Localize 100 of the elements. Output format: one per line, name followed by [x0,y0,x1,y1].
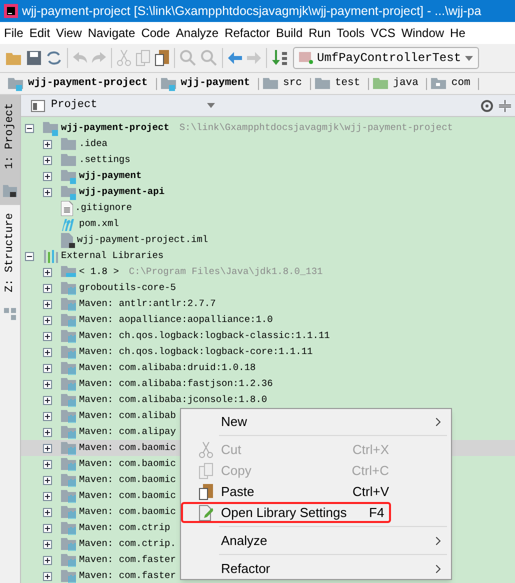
tree-item-label[interactable]: Maven: com.alibaba:druid:1.0.18 [79,360,256,376]
menu-item[interactable]: VCS [370,24,396,42]
tree-item-label[interactable]: Maven: com.alibab [79,408,176,424]
menu-item[interactable]: Build [276,24,303,42]
breadcrumb-item[interactable]: wjj-payment [160,76,250,92]
expand-toggle[interactable] [43,460,52,468]
expand-toggle[interactable] [43,348,52,356]
library-icon [61,505,77,519]
expand-toggle[interactable] [43,476,52,484]
tree-item-label[interactable]: pom.xml [79,216,119,232]
collapse-toggle[interactable] [25,124,34,132]
expand-toggle[interactable] [43,556,52,564]
expand-toggle[interactable] [43,428,52,436]
expand-toggle[interactable] [43,572,52,580]
collapse-all-icon[interactable] [499,100,511,112]
tree-item-label[interactable]: wjj-payment-project.iml [77,232,208,248]
breadcrumb-item[interactable]: test [314,76,360,92]
breadcrumb-item[interactable]: wjj-payment-project [8,76,148,92]
library-icon [61,345,77,359]
tree-item-label[interactable]: groboutils-core-5 [79,280,176,296]
tree-item-label[interactable]: Maven: com.ctrip. [79,536,176,552]
window-title: wjj-payment-project [S:\link\Gxampphtdocsjavagmjk\wjj-payment-project] - ...\wjj-pa [22,2,482,20]
tree-item-label[interactable]: Maven: com.alipay [79,424,176,440]
menu-item[interactable]: Refactor [181,558,449,579]
expand-toggle[interactable] [43,524,52,532]
project-view-icon [31,100,45,112]
library-icon [61,313,77,327]
menu-item[interactable]: View [56,24,82,42]
breadcrumb-item[interactable]: java [373,76,418,92]
expand-toggle[interactable] [43,508,52,516]
breadcrumb-item[interactable]: src [263,76,302,92]
menu-item[interactable]: Refactor [224,24,270,42]
menu-item[interactable]: Code [141,24,170,42]
tree-item-label[interactable]: Maven: antlr:antlr:2.7.7 [79,296,216,312]
menu-item[interactable]: Analyze [176,24,219,42]
expand-toggle[interactable] [43,172,52,180]
expand-toggle[interactable] [43,444,52,452]
expand-toggle[interactable] [43,540,52,548]
tree-item-label[interactable]: Maven: com.ctrip [79,520,170,536]
back-arrow-icon[interactable] [228,52,242,64]
dropdown-caret-icon[interactable] [207,103,215,108]
expand-toggle[interactable] [43,156,52,164]
tree-item-label[interactable]: < 1.8 > [79,264,119,280]
module-folder-icon [61,184,77,200]
expand-toggle[interactable] [43,316,52,324]
menu-item[interactable]: Paste Ctrl+V [181,481,391,502]
expand-toggle[interactable] [43,492,52,500]
tree-item-label[interactable]: wjj-payment [79,168,142,184]
expand-toggle[interactable] [43,300,52,308]
tree-item-label[interactable]: wjj-payment-project [61,120,170,136]
menu-item[interactable]: Window [401,24,444,42]
paste-icon[interactable] [155,50,169,66]
copy-icon [199,462,213,478]
expand-toggle[interactable] [43,396,52,404]
tree-item-label[interactable]: Maven: com.alibaba:jconsole:1.8.0 [79,392,268,408]
expand-toggle[interactable] [43,284,52,292]
expand-toggle[interactable] [43,380,52,388]
tree-item-label[interactable]: wjj-payment-api [79,184,165,200]
sync-icon[interactable] [46,51,62,65]
expand-toggle[interactable] [43,188,52,196]
expand-toggle[interactable] [43,140,52,148]
menu-item[interactable]: Analyze [181,530,449,551]
module-folder-icon [160,76,177,90]
tree-item-label[interactable]: Maven: com.faster [79,552,176,568]
menu-item[interactable]: Edit [29,24,50,42]
collapse-toggle[interactable] [25,252,34,260]
tree-item-label[interactable]: .gitignore [75,200,132,216]
tool-window-tab[interactable]: Z: Structure [2,213,18,292]
tree-item-label[interactable]: .idea [79,136,108,152]
tree-item-label[interactable]: Maven: ch.qos.logback:logback-core:1.1.11 [79,344,313,360]
tree-item-label[interactable]: Maven: com.baomic [79,488,176,504]
run-configuration-dropdown[interactable]: UmfPayControllerTest [293,47,480,69]
expand-toggle[interactable] [43,268,52,276]
tree-item-label[interactable]: Maven: com.baomic [79,472,176,488]
breadcrumb-item[interactable]: com [431,76,470,92]
menu-item[interactable]: File [4,24,24,42]
save-icon[interactable] [27,51,41,65]
maven-icon [61,217,77,231]
expand-toggle[interactable] [43,412,52,420]
build-icon[interactable] [272,50,288,66]
tree-item-label[interactable]: .settings [79,152,130,168]
target-icon[interactable] [481,100,493,112]
menu-item[interactable]: He [450,24,466,42]
menu-item[interactable]: New [181,411,449,432]
tree-item-label[interactable]: Maven: aopalliance:aopalliance:1.0 [79,312,273,328]
tree-item-label[interactable]: Maven: com.alibaba:fastjson:1.2.36 [79,376,273,392]
menu-item[interactable]: Open Library Settings F4 [181,502,391,523]
tree-item-label[interactable]: Maven: ch.qos.logback:logback-classic:1.1.11 [79,328,330,344]
tree-item-label[interactable]: External Libraries [61,248,164,264]
tree-item-label[interactable]: Maven: com.baomic [79,440,176,456]
menu-item[interactable]: Run [308,24,331,42]
expand-toggle[interactable] [43,332,52,340]
folder-icon [263,76,280,90]
tree-item-label[interactable]: Maven: com.faster [79,568,176,583]
tree-item-label[interactable]: Maven: com.baomic [79,504,176,520]
expand-toggle[interactable] [43,364,52,372]
library-icon [61,441,77,455]
menu-item[interactable]: Navigate [88,24,136,42]
tree-item-label[interactable]: Maven: com.baomic [79,456,176,472]
menu-item[interactable]: Tools [336,24,365,42]
